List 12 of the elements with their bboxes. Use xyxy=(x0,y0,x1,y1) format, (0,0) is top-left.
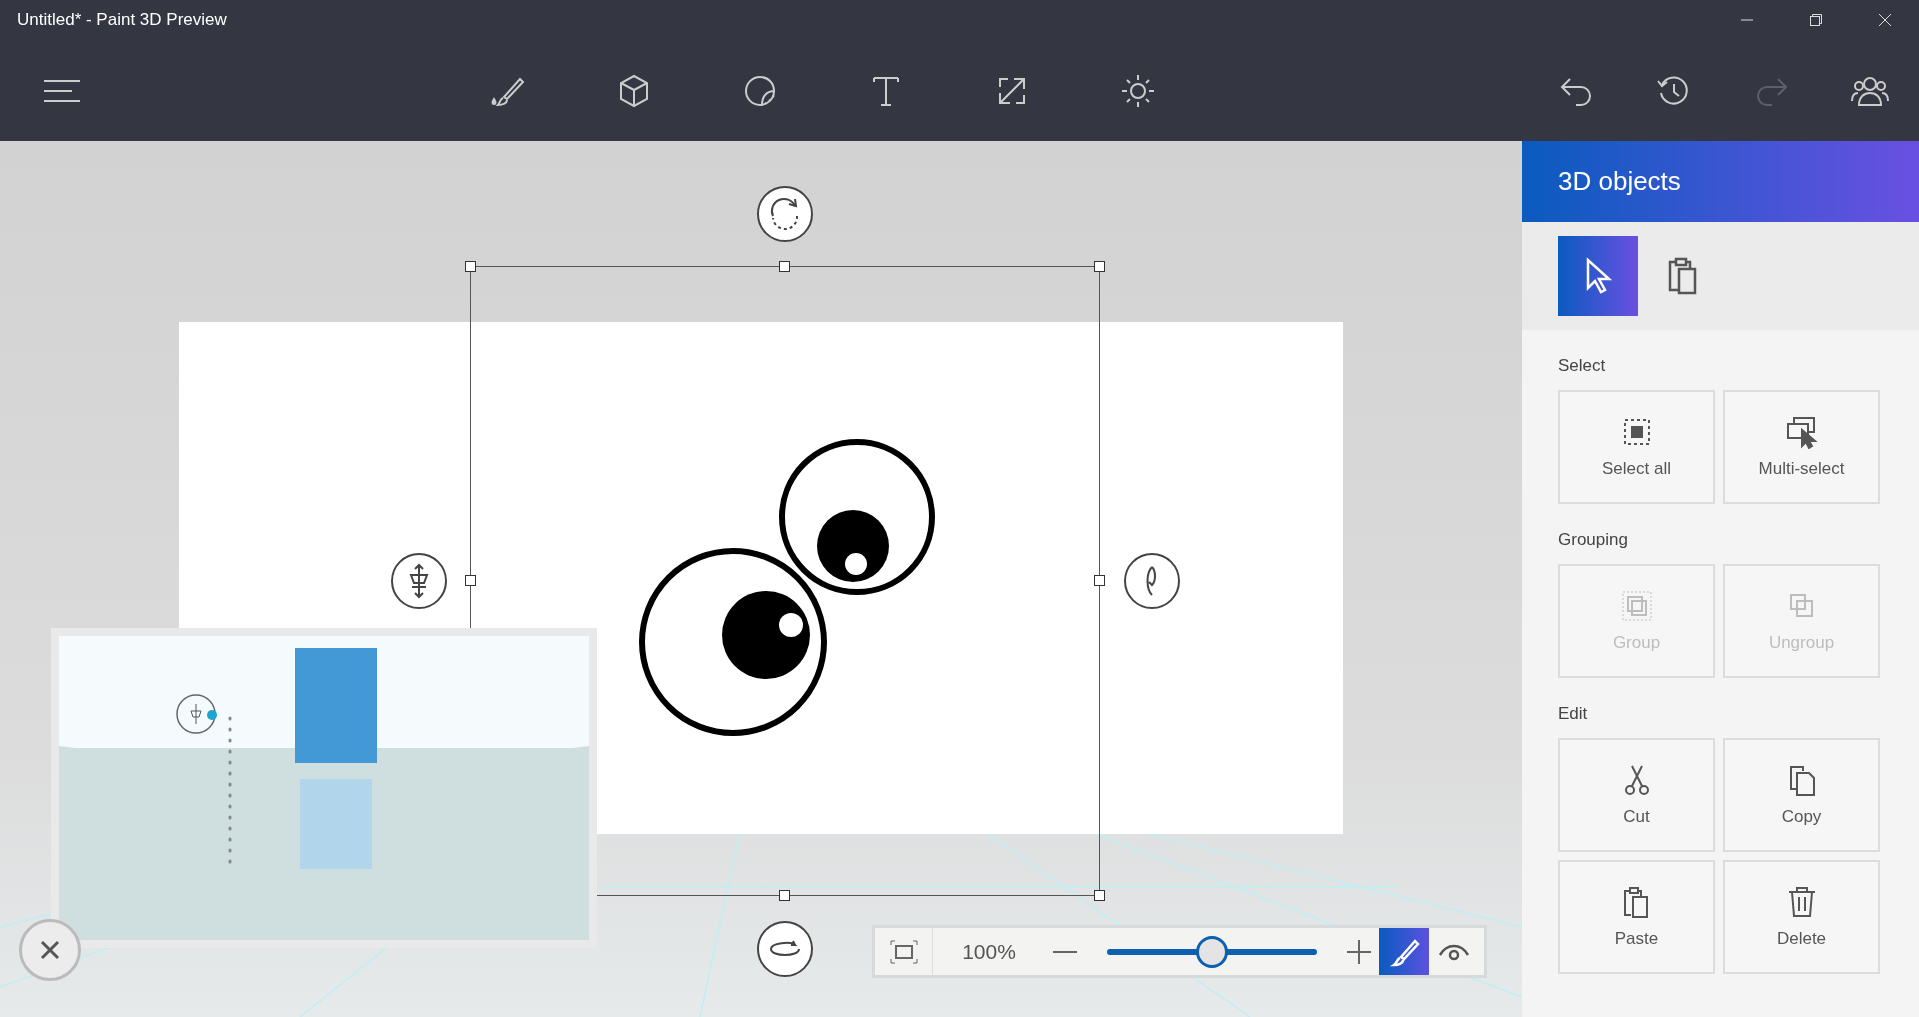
delete-button[interactable]: Delete xyxy=(1723,860,1880,974)
zoom-value: 100% xyxy=(961,939,1017,964)
panel-title: 3D objects xyxy=(1558,166,1681,197)
section-title: Select xyxy=(1558,355,1607,377)
section-title: Edit xyxy=(1558,703,1589,725)
cut-button[interactable]: Cut xyxy=(1558,738,1715,852)
select-all-button[interactable]: Select all xyxy=(1558,390,1715,504)
section-title: Grouping xyxy=(1558,529,1629,551)
multi-select-button[interactable]: Multi-select xyxy=(1723,390,1880,504)
copy-button[interactable]: Copy xyxy=(1723,738,1880,852)
window-title: Untitled* - Paint 3D Preview xyxy=(17,10,227,30)
paste-button[interactable]: Paste xyxy=(1558,860,1715,974)
